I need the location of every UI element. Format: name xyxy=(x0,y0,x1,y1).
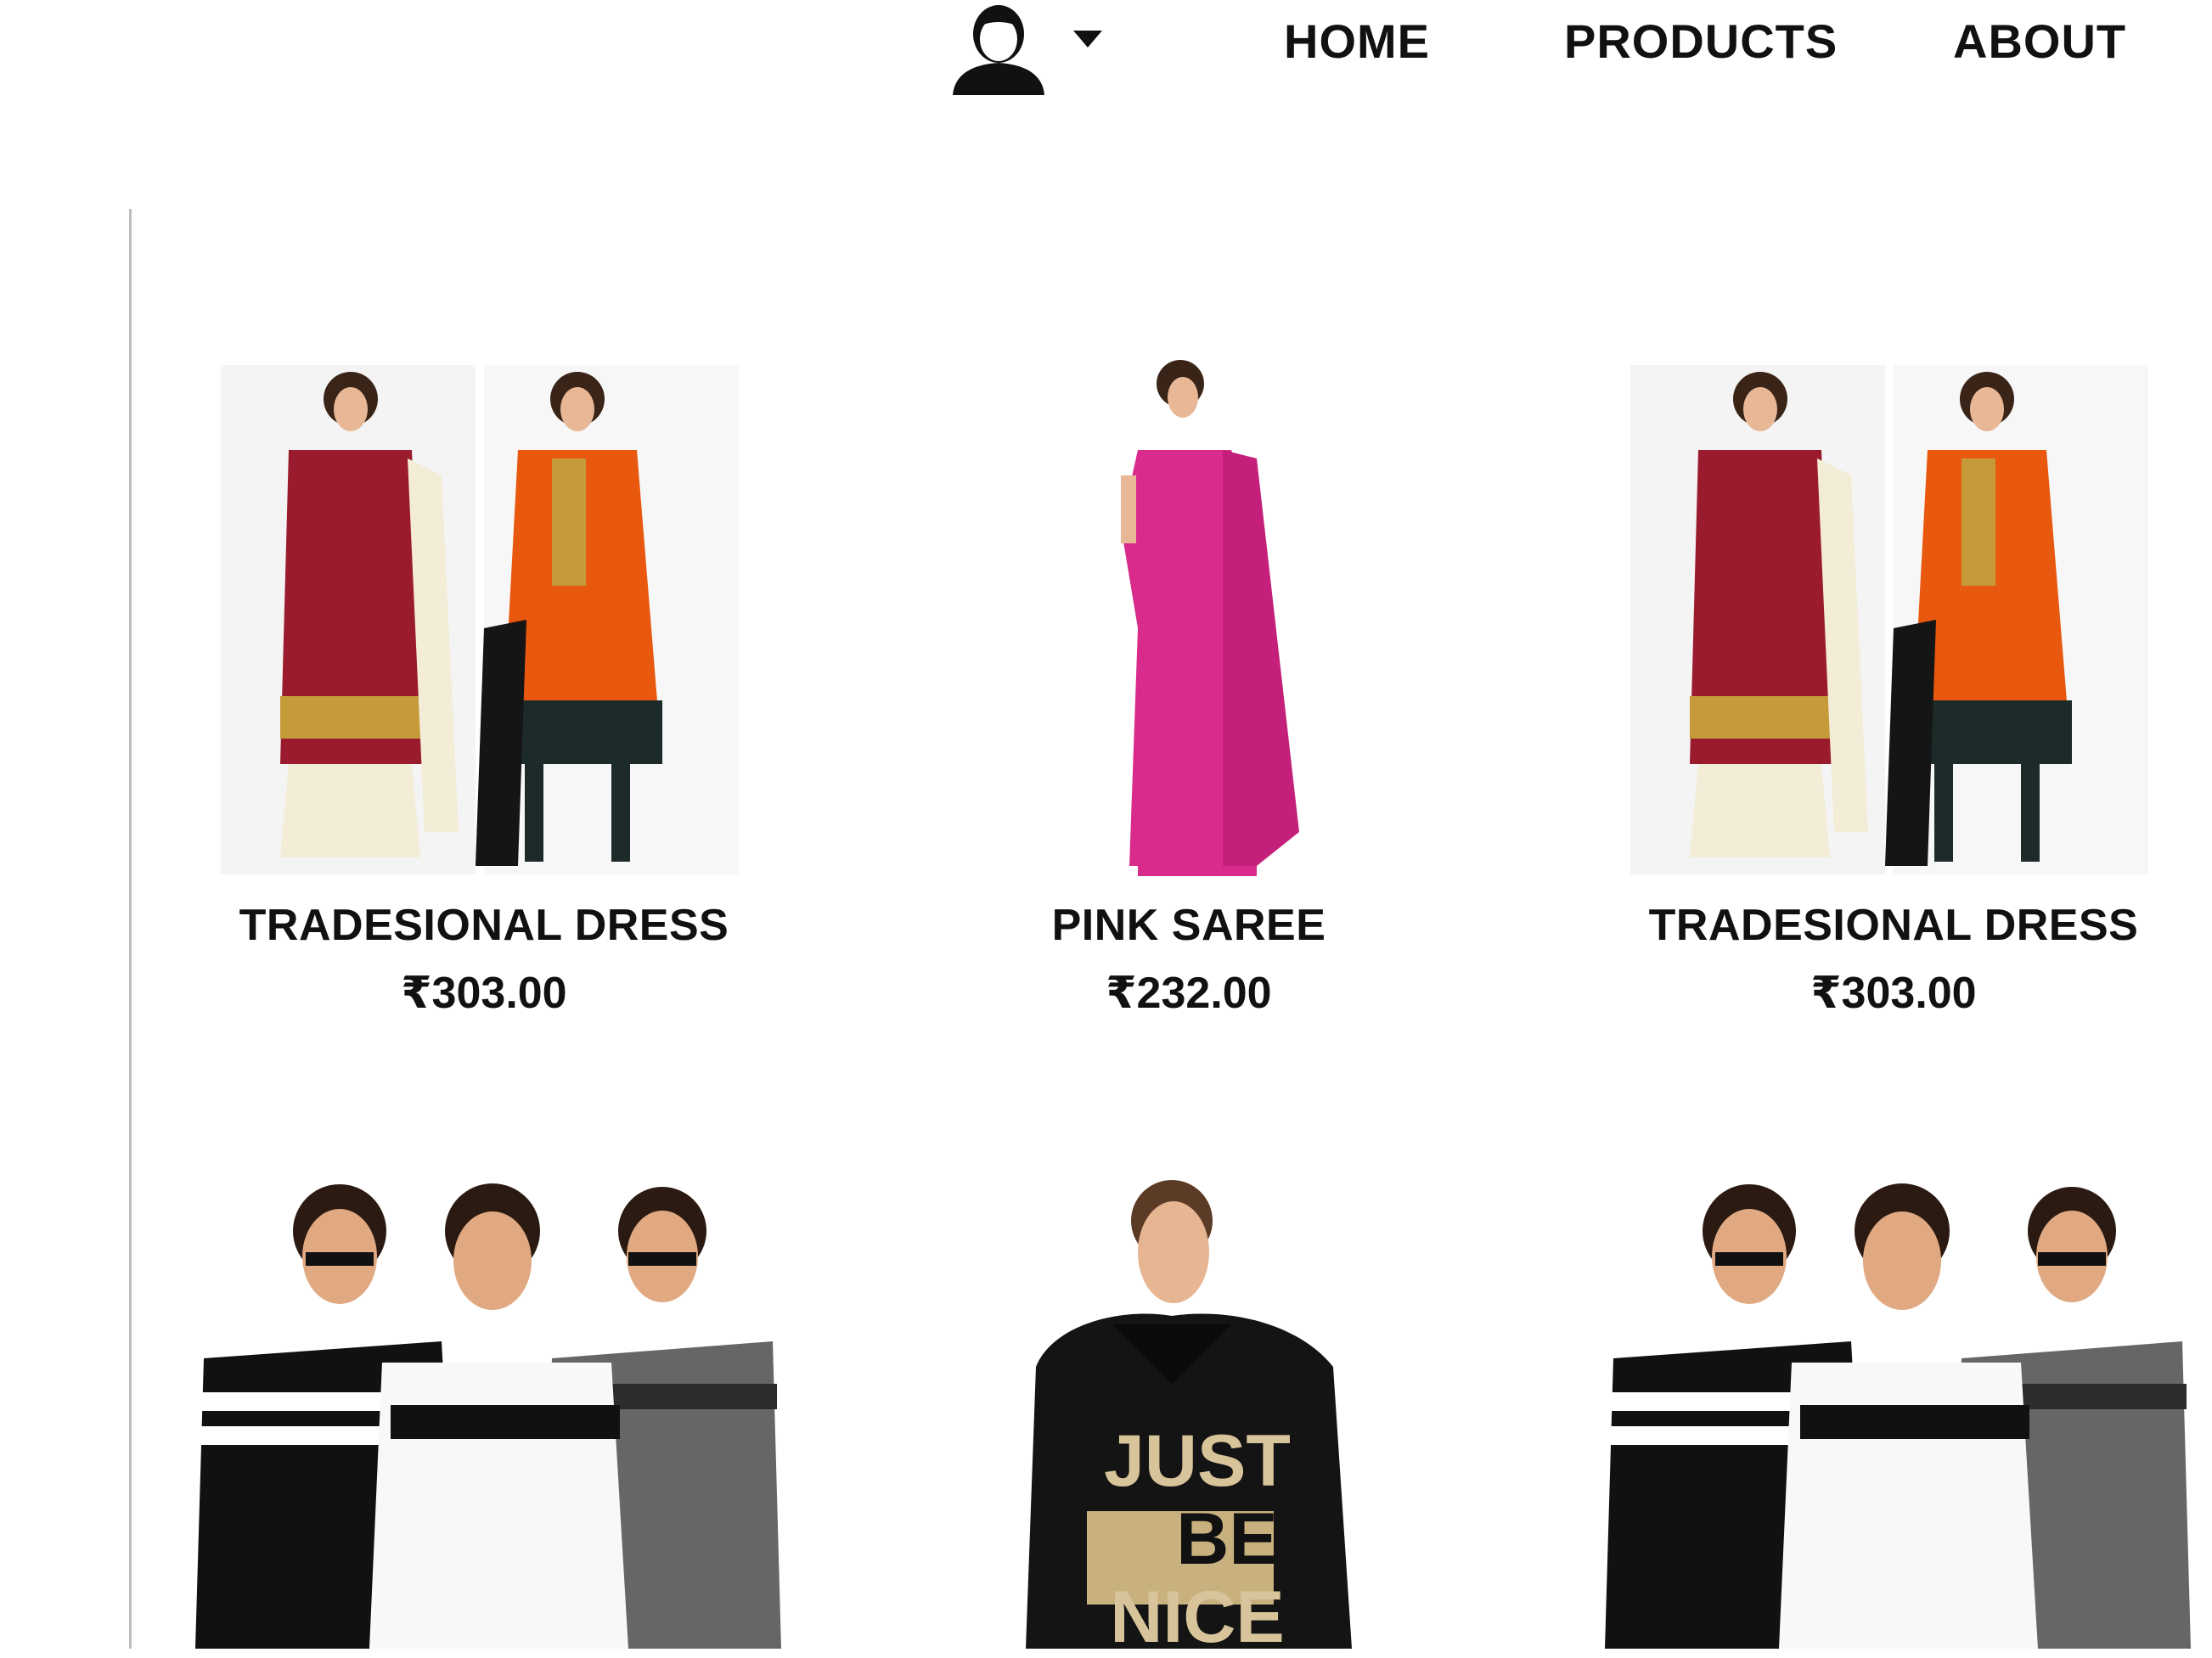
product-price: ₹303.00 xyxy=(1810,969,1977,1018)
hoodie-print-word: NICE xyxy=(1110,1577,1285,1658)
product-title[interactable]: TRADESIONAL DRESS xyxy=(1562,900,2212,951)
product-card-hoodie[interactable]: JUST BE NICE xyxy=(1019,1180,1359,1656)
caret-down-icon[interactable] xyxy=(1073,31,1102,48)
user-avatar-icon[interactable] xyxy=(949,2,1048,95)
men-tshirts-image xyxy=(1605,1183,2191,1649)
men-tshirts-image xyxy=(195,1183,781,1649)
hoodie-print-word: BE xyxy=(1176,1498,1278,1580)
traditional-dress-image xyxy=(1630,365,2148,874)
nav-products-link[interactable]: PRODUCTS xyxy=(1564,14,1838,69)
product-title[interactable]: TRADESIONAL DRESS xyxy=(153,900,815,951)
hoodie-print-word: JUST xyxy=(1104,1420,1291,1502)
product-card-traditional-dress-1[interactable]: TRADESIONAL DRESS ₹303.00 xyxy=(153,357,815,1036)
pink-saree-image xyxy=(1121,360,1299,876)
traditional-dress-image xyxy=(221,365,739,874)
nav-home-link[interactable]: HOME xyxy=(1284,14,1430,69)
product-price: ₹232.00 xyxy=(1106,969,1272,1018)
user-menu[interactable] xyxy=(949,2,1102,95)
left-divider xyxy=(129,209,132,1649)
hoodie-print-text: JUST BE NICE xyxy=(1095,1422,1299,1656)
top-navbar: HOME PRODUCTS ABOUT xyxy=(0,0,2212,95)
product-price: ₹303.00 xyxy=(401,969,567,1018)
product-card-traditional-dress-2[interactable]: TRADESIONAL DRESS ₹303.00 xyxy=(1562,357,2212,1036)
product-card-men-tshirts-2[interactable] xyxy=(1596,1172,2191,1649)
product-card-men-tshirts-1[interactable] xyxy=(187,1172,781,1649)
nav-about-link[interactable]: ABOUT xyxy=(1953,14,2126,69)
product-card-pink-saree[interactable]: PINK SAREE ₹232.00 xyxy=(858,357,1520,1036)
product-title[interactable]: PINK SAREE xyxy=(858,900,1520,951)
